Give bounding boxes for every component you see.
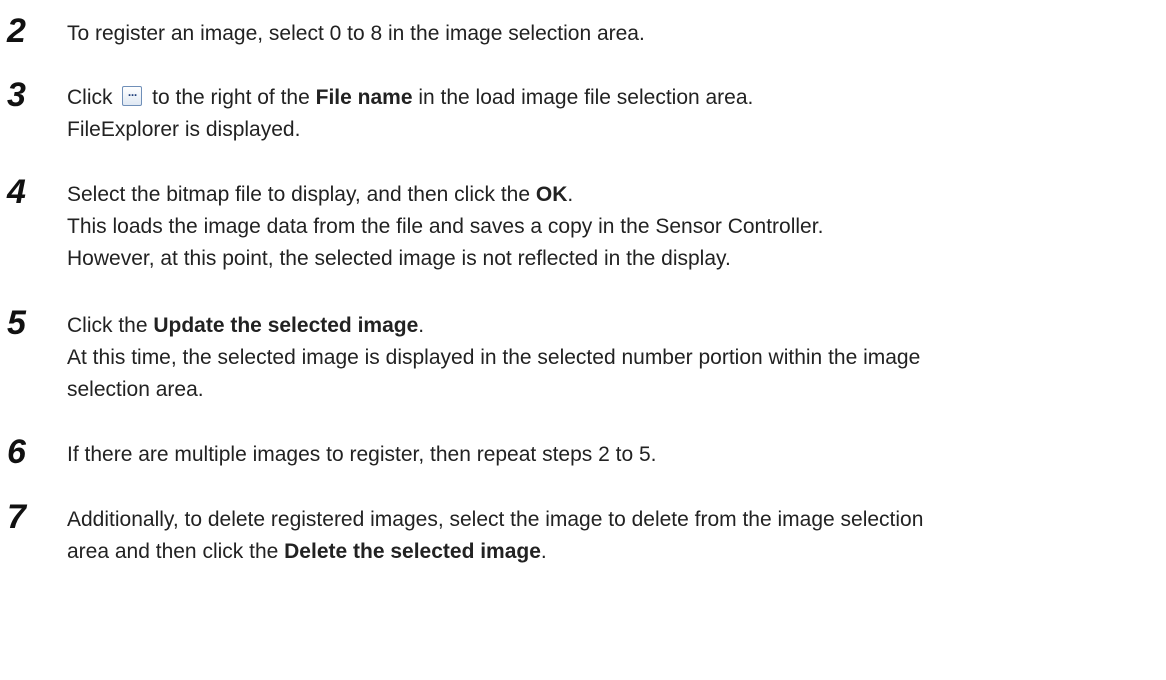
ellipsis-browse-icon[interactable]: ··· — [122, 86, 143, 106]
step-line: Click the Update the selected image. — [67, 310, 1147, 342]
step-line: Additionally, to delete registered image… — [67, 508, 924, 531]
step-line: area and then click the Delete the selec… — [67, 536, 1147, 568]
text-segment: . — [540, 540, 547, 563]
step-number: 4 — [7, 173, 26, 211]
text-segment: area and then click the — [67, 540, 285, 563]
ui-label-update-selected-image: Update the selected image — [153, 314, 419, 337]
step-number: 3 — [7, 76, 26, 114]
step-text: Additionally, to delete registered image… — [67, 504, 1147, 568]
step-text: If there are multiple images to register… — [67, 439, 1147, 471]
text-segment: . — [418, 314, 425, 337]
step-text: Select the bitmap file to display, and t… — [67, 179, 1147, 275]
step-text: Click ··· to the right of the File name … — [67, 82, 1147, 146]
step-line: This loads the image data from the file … — [67, 215, 824, 238]
step-number: 5 — [7, 304, 26, 342]
step-line: Click ··· to the right of the File name … — [67, 82, 1147, 114]
text-segment: to the right of the — [146, 86, 316, 109]
step-number: 2 — [7, 12, 26, 50]
text-segment: in the load image file selection area. — [412, 86, 754, 109]
step-line: FileExplorer is displayed. — [67, 118, 301, 141]
step-text: Click the Update the selected image. At … — [67, 310, 1147, 406]
ui-label-delete-selected-image: Delete the selected image — [284, 540, 541, 563]
text-segment: Click the — [67, 314, 154, 337]
ui-label-ok: OK — [535, 183, 568, 206]
step-text: To register an image, select 0 to 8 in t… — [67, 18, 1147, 50]
ui-label-file-name: File name — [315, 86, 413, 109]
step-line: To register an image, select 0 to 8 in t… — [67, 22, 645, 45]
step-line: However, at this point, the selected ima… — [67, 247, 731, 270]
step-line: selection area. — [67, 378, 204, 401]
step-line: Select the bitmap file to display, and t… — [67, 179, 1147, 211]
text-segment: . — [567, 183, 574, 206]
step-number: 7 — [7, 498, 26, 536]
step-line: At this time, the selected image is disp… — [67, 346, 921, 369]
text-segment: Select the bitmap file to display, and t… — [67, 183, 536, 206]
step-line: If there are multiple images to register… — [67, 443, 657, 466]
text-segment: Click — [67, 86, 119, 109]
step-number: 6 — [7, 433, 26, 471]
